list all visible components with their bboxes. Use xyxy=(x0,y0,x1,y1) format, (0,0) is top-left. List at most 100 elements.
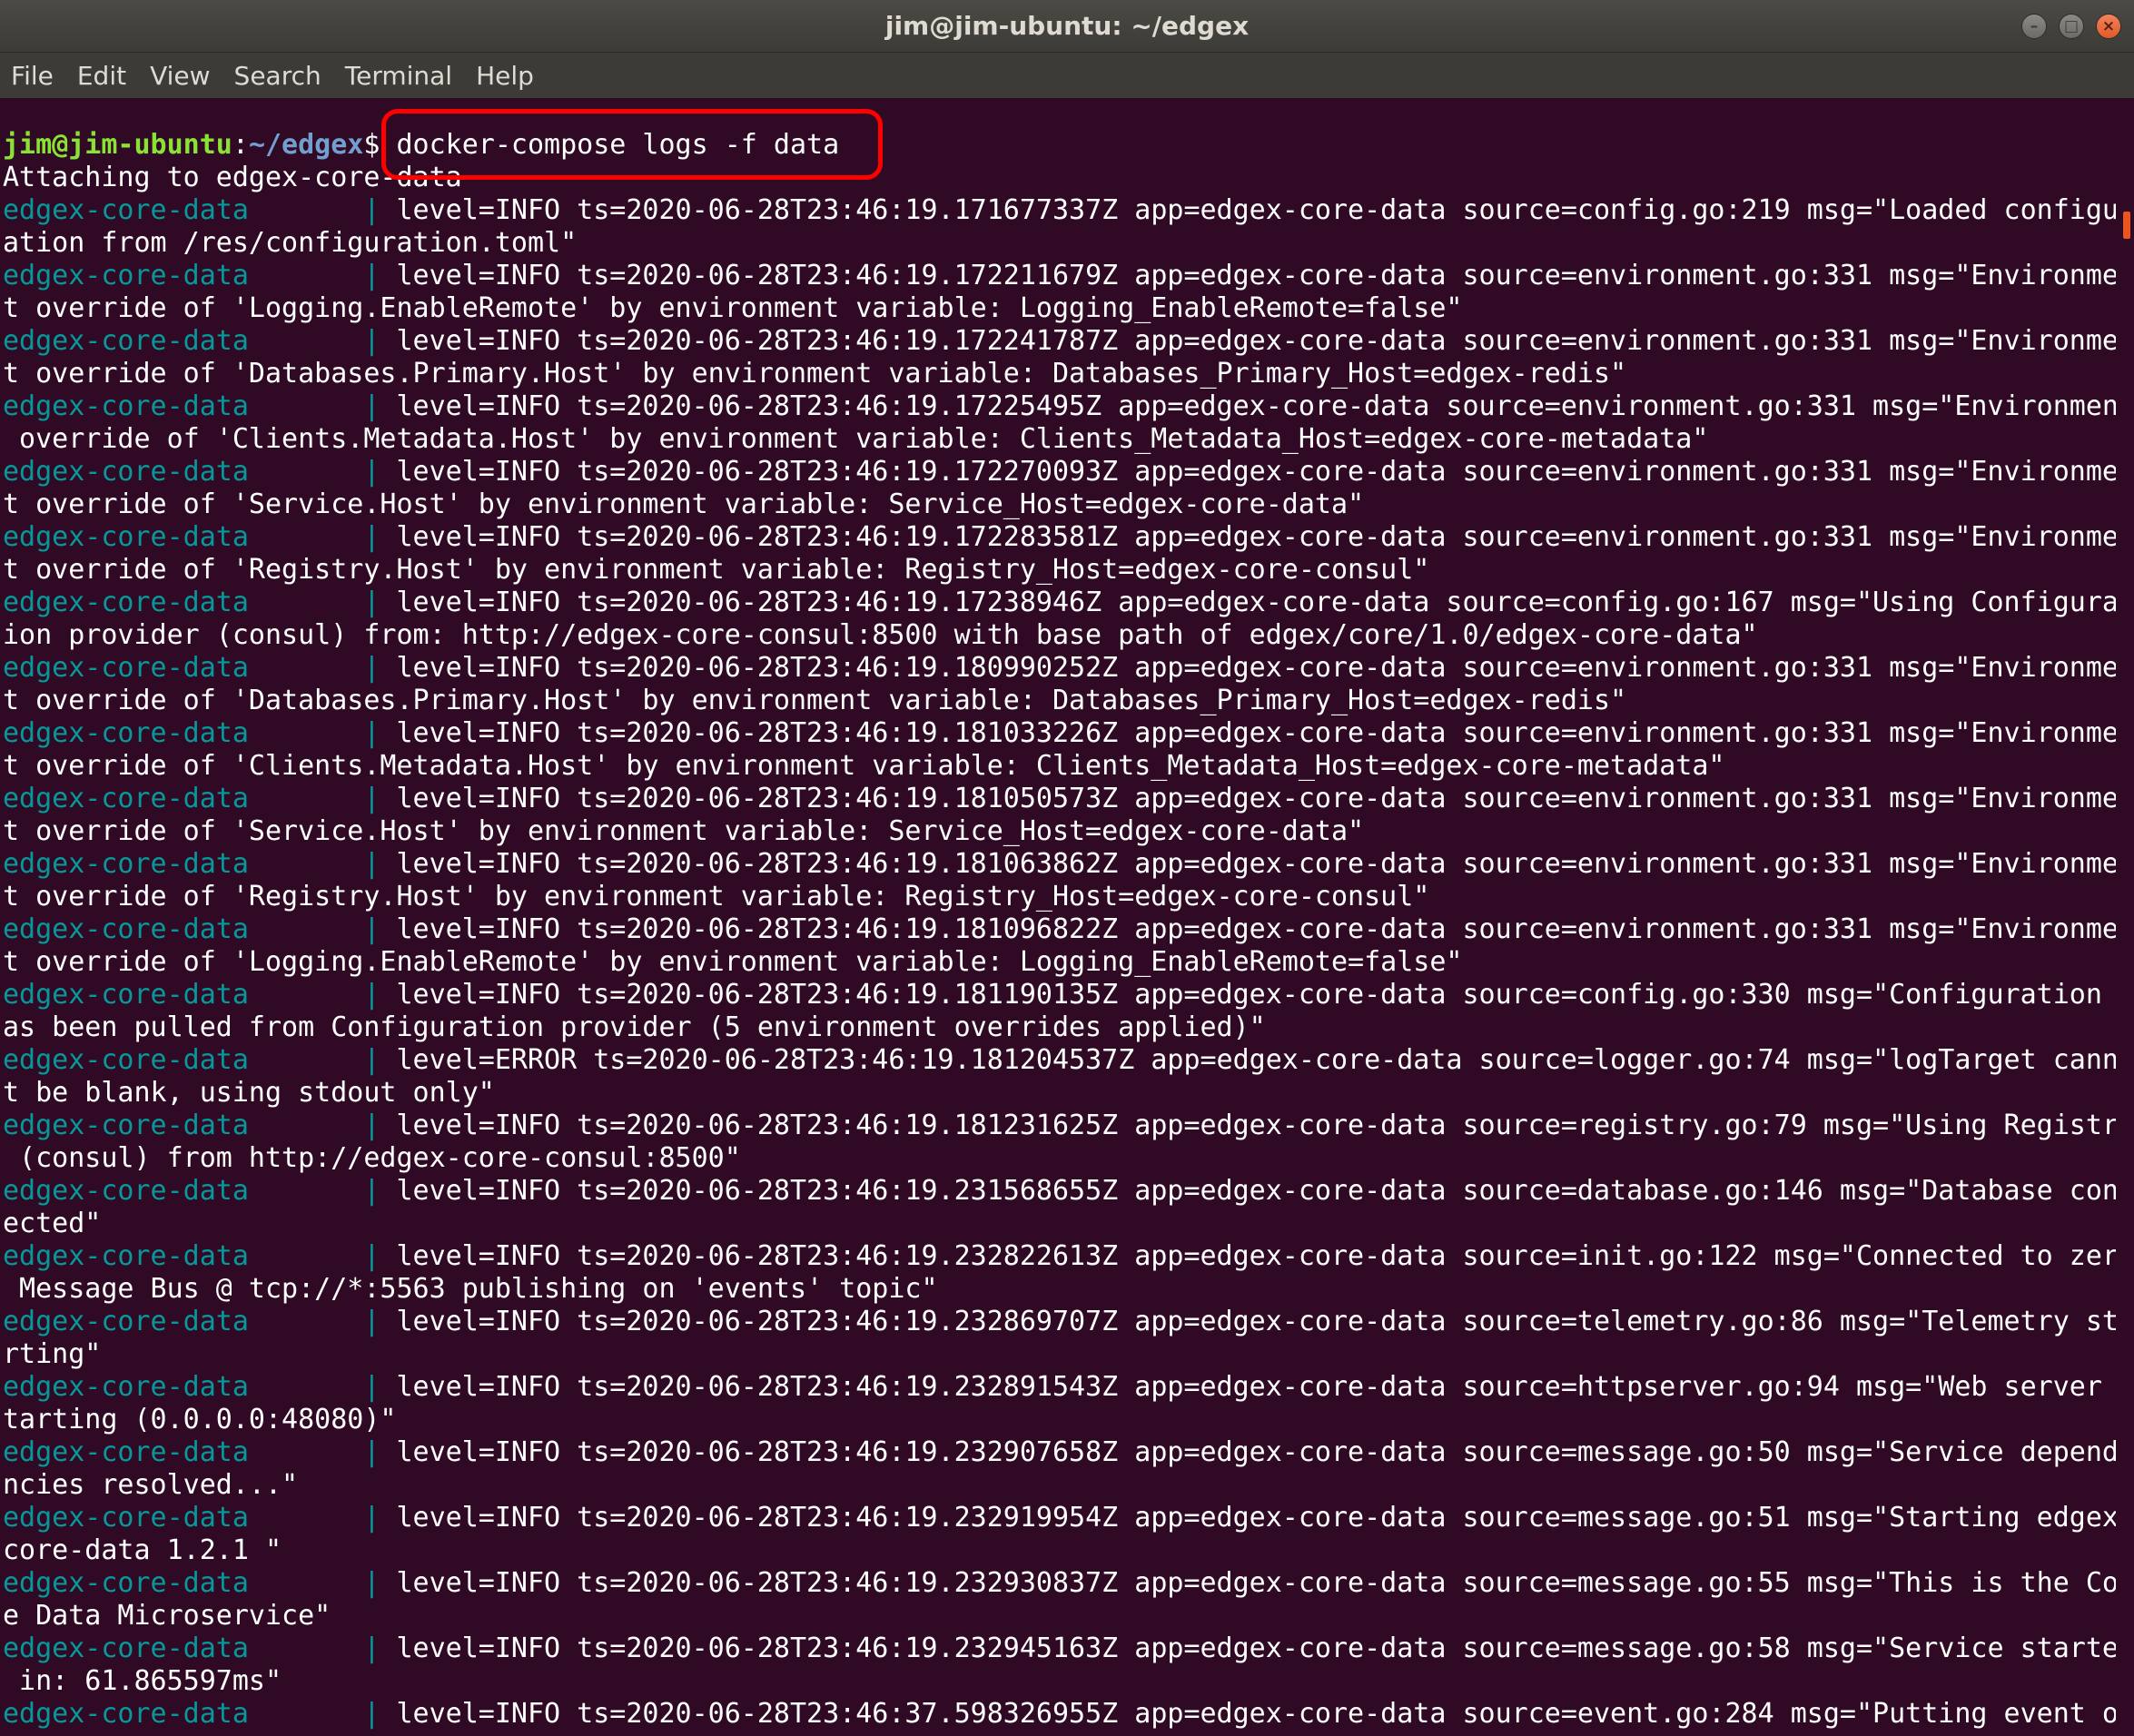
log-line: edgex-core-data | level=INFO ts=2020-06-… xyxy=(3,783,2116,815)
log-line: edgex-core-data | level=INFO ts=2020-06-… xyxy=(3,456,2116,488)
service-name: edgex-core-data | xyxy=(3,848,397,880)
log-message: level=INFO ts=2020-06-28T23:46:19.232930… xyxy=(396,1567,2116,1599)
log-line: edgex-core-data | level=ERROR ts=2020-06… xyxy=(3,1044,2116,1077)
log-message: level=INFO ts=2020-06-28T23:46:19.172254… xyxy=(396,390,2116,422)
log-line-continuation: t override of 'Service.Host' by environm… xyxy=(3,815,1365,847)
service-name: edgex-core-data | xyxy=(3,390,397,422)
service-name: edgex-core-data | xyxy=(3,260,397,291)
log-line: edgex-core-data | level=INFO ts=2020-06-… xyxy=(3,717,2116,750)
log-line: edgex-core-data | level=INFO ts=2020-06-… xyxy=(3,1698,2116,1731)
service-name: edgex-core-data | xyxy=(3,1240,397,1272)
log-line: edgex-core-data | level=INFO ts=2020-06-… xyxy=(3,1240,2116,1273)
log-line-continuation: t be blank, using stdout only" xyxy=(3,1077,495,1109)
log-line-continuation: t override of 'Registry.Host' by environ… xyxy=(3,554,1430,586)
menubar: File Edit View Search Terminal Help xyxy=(0,53,2134,98)
prompt-path: ~/edgex xyxy=(248,129,364,161)
log-line: edgex-core-data | level=INFO ts=2020-06-… xyxy=(3,913,2116,946)
service-name: edgex-core-data | xyxy=(3,521,397,553)
log-message: level=INFO ts=2020-06-28T23:46:19.181063… xyxy=(396,848,2116,880)
service-name: edgex-core-data | xyxy=(3,1436,397,1468)
log-line: edgex-core-data | level=INFO ts=2020-06-… xyxy=(3,260,2116,292)
log-line-continuation: t override of 'Logging.EnableRemote' by … xyxy=(3,946,1463,978)
service-name: edgex-core-data | xyxy=(3,979,397,1011)
prompt-separator: : xyxy=(232,129,249,161)
menu-file[interactable]: File xyxy=(11,59,54,93)
log-line-continuation: override of 'Clients.Metadata.Host' by e… xyxy=(3,423,1709,455)
log-line: edgex-core-data | level=INFO ts=2020-06-… xyxy=(3,194,2116,227)
log-line: edgex-core-data | level=INFO ts=2020-06-… xyxy=(3,1502,2116,1534)
window-titlebar[interactable]: jim@jim-ubuntu: ~/edgex – □ × xyxy=(0,0,2134,53)
log-line-continuation: t override of 'Logging.EnableRemote' by … xyxy=(3,292,1463,324)
log-line: edgex-core-data | level=INFO ts=2020-06-… xyxy=(3,848,2116,881)
close-icon: × xyxy=(2101,17,2116,35)
service-name: edgex-core-data | xyxy=(3,717,397,749)
log-line-continuation: t override of 'Databases.Primary.Host' b… xyxy=(3,358,1627,390)
log-line: edgex-core-data | level=INFO ts=2020-06-… xyxy=(3,390,2116,423)
scrollbar-thumb[interactable] xyxy=(2123,212,2130,239)
service-name: edgex-core-data | xyxy=(3,1306,397,1337)
log-lines: edgex-core-data | level=INFO ts=2020-06-… xyxy=(3,194,2116,1731)
log-message: level=INFO ts=2020-06-28T23:46:19.181231… xyxy=(396,1110,2116,1141)
log-line: edgex-core-data | level=INFO ts=2020-06-… xyxy=(3,1371,2116,1404)
log-line: edgex-core-data | level=INFO ts=2020-06-… xyxy=(3,1110,2116,1142)
menu-help[interactable]: Help xyxy=(476,59,534,93)
service-name: edgex-core-data | xyxy=(3,1175,397,1207)
log-line-continuation: ion provider (consul) from: http://edgex… xyxy=(3,619,1758,651)
log-message: level=INFO ts=2020-06-28T23:46:19.232945… xyxy=(396,1632,2116,1664)
log-line-continuation: tarting (0.0.0.0:48080)" xyxy=(3,1404,397,1435)
prompt-user-host: jim@jim-ubuntu xyxy=(3,129,232,161)
attaching-line: Attaching to edgex-core-data xyxy=(3,162,462,193)
minimize-button[interactable]: – xyxy=(2021,14,2047,39)
service-name: edgex-core-data | xyxy=(3,1110,397,1141)
maximize-button[interactable]: □ xyxy=(2059,14,2084,39)
service-name: edgex-core-data | xyxy=(3,783,397,814)
service-name: edgex-core-data | xyxy=(3,194,397,226)
menu-terminal[interactable]: Terminal xyxy=(345,59,452,93)
close-button[interactable]: × xyxy=(2096,14,2121,39)
log-line-continuation: t override of 'Databases.Primary.Host' b… xyxy=(3,685,1627,716)
log-message: level=INFO ts=2020-06-28T23:46:19.181033… xyxy=(396,717,2116,749)
menu-edit[interactable]: Edit xyxy=(77,59,126,93)
log-line-continuation: ncies resolved..." xyxy=(3,1469,299,1501)
service-name: edgex-core-data | xyxy=(3,652,397,684)
prompt-symbol: $ xyxy=(363,129,397,161)
log-line: edgex-core-data | level=INFO ts=2020-06-… xyxy=(3,1306,2116,1338)
log-message: level=INFO ts=2020-06-28T23:46:19.172211… xyxy=(396,260,2116,291)
service-name: edgex-core-data | xyxy=(3,1502,397,1534)
log-line-continuation: ation from /res/configuration.toml" xyxy=(3,227,578,259)
log-line-continuation: as been pulled from Configuration provid… xyxy=(3,1011,1266,1043)
log-message: level=INFO ts=2020-06-28T23:46:19.232907… xyxy=(396,1436,2116,1468)
log-line: edgex-core-data | level=INFO ts=2020-06-… xyxy=(3,1436,2116,1469)
log-line: edgex-core-data | level=INFO ts=2020-06-… xyxy=(3,587,2116,619)
log-message: level=INFO ts=2020-06-28T23:46:19.172241… xyxy=(396,325,2116,357)
log-line-continuation: in: 61.865597ms" xyxy=(3,1665,282,1697)
log-message: level=INFO ts=2020-06-28T23:46:19.181050… xyxy=(396,783,2116,814)
terminal-output[interactable]: jim@jim-ubuntu:~/edgex$ docker-compose l… xyxy=(0,98,2116,1736)
log-line: edgex-core-data | level=INFO ts=2020-06-… xyxy=(3,1567,2116,1600)
service-name: edgex-core-data | xyxy=(3,456,397,488)
service-name: edgex-core-data | xyxy=(3,913,397,945)
log-message: level=INFO ts=2020-06-28T23:46:19.231568… xyxy=(396,1175,2116,1207)
log-line: edgex-core-data | level=INFO ts=2020-06-… xyxy=(3,652,2116,685)
menu-search[interactable]: Search xyxy=(234,59,321,93)
log-line: edgex-core-data | level=INFO ts=2020-06-… xyxy=(3,1632,2116,1665)
command-text: docker-compose logs -f data xyxy=(396,129,840,161)
window-title: jim@jim-ubuntu: ~/edgex xyxy=(884,11,1250,41)
minimize-icon: – xyxy=(2030,17,2039,35)
log-line-continuation: core-data 1.2.1 " xyxy=(3,1534,282,1566)
log-message: level=INFO ts=2020-06-28T23:46:19.232869… xyxy=(396,1306,2116,1337)
service-name: edgex-core-data | xyxy=(3,1567,397,1599)
log-line: edgex-core-data | level=INFO ts=2020-06-… xyxy=(3,521,2116,554)
log-line-continuation: e Data Microservice" xyxy=(3,1600,331,1632)
terminal-scrollbar[interactable] xyxy=(2116,98,2134,1736)
log-line-continuation: t override of 'Clients.Metadata.Host' by… xyxy=(3,750,1725,782)
service-name: edgex-core-data | xyxy=(3,1698,397,1730)
service-name: edgex-core-data | xyxy=(3,1371,397,1403)
menu-view[interactable]: View xyxy=(150,59,210,93)
log-message: level=INFO ts=2020-06-28T23:46:19.172283… xyxy=(396,521,2116,553)
log-message: level=ERROR ts=2020-06-28T23:46:19.18120… xyxy=(396,1044,2116,1076)
prompt-line: jim@jim-ubuntu:~/edgex$ docker-compose l… xyxy=(3,129,2116,162)
log-message: level=INFO ts=2020-06-28T23:46:19.232822… xyxy=(396,1240,2116,1272)
log-line-continuation: rting" xyxy=(3,1338,102,1370)
maximize-icon: □ xyxy=(2063,17,2080,35)
